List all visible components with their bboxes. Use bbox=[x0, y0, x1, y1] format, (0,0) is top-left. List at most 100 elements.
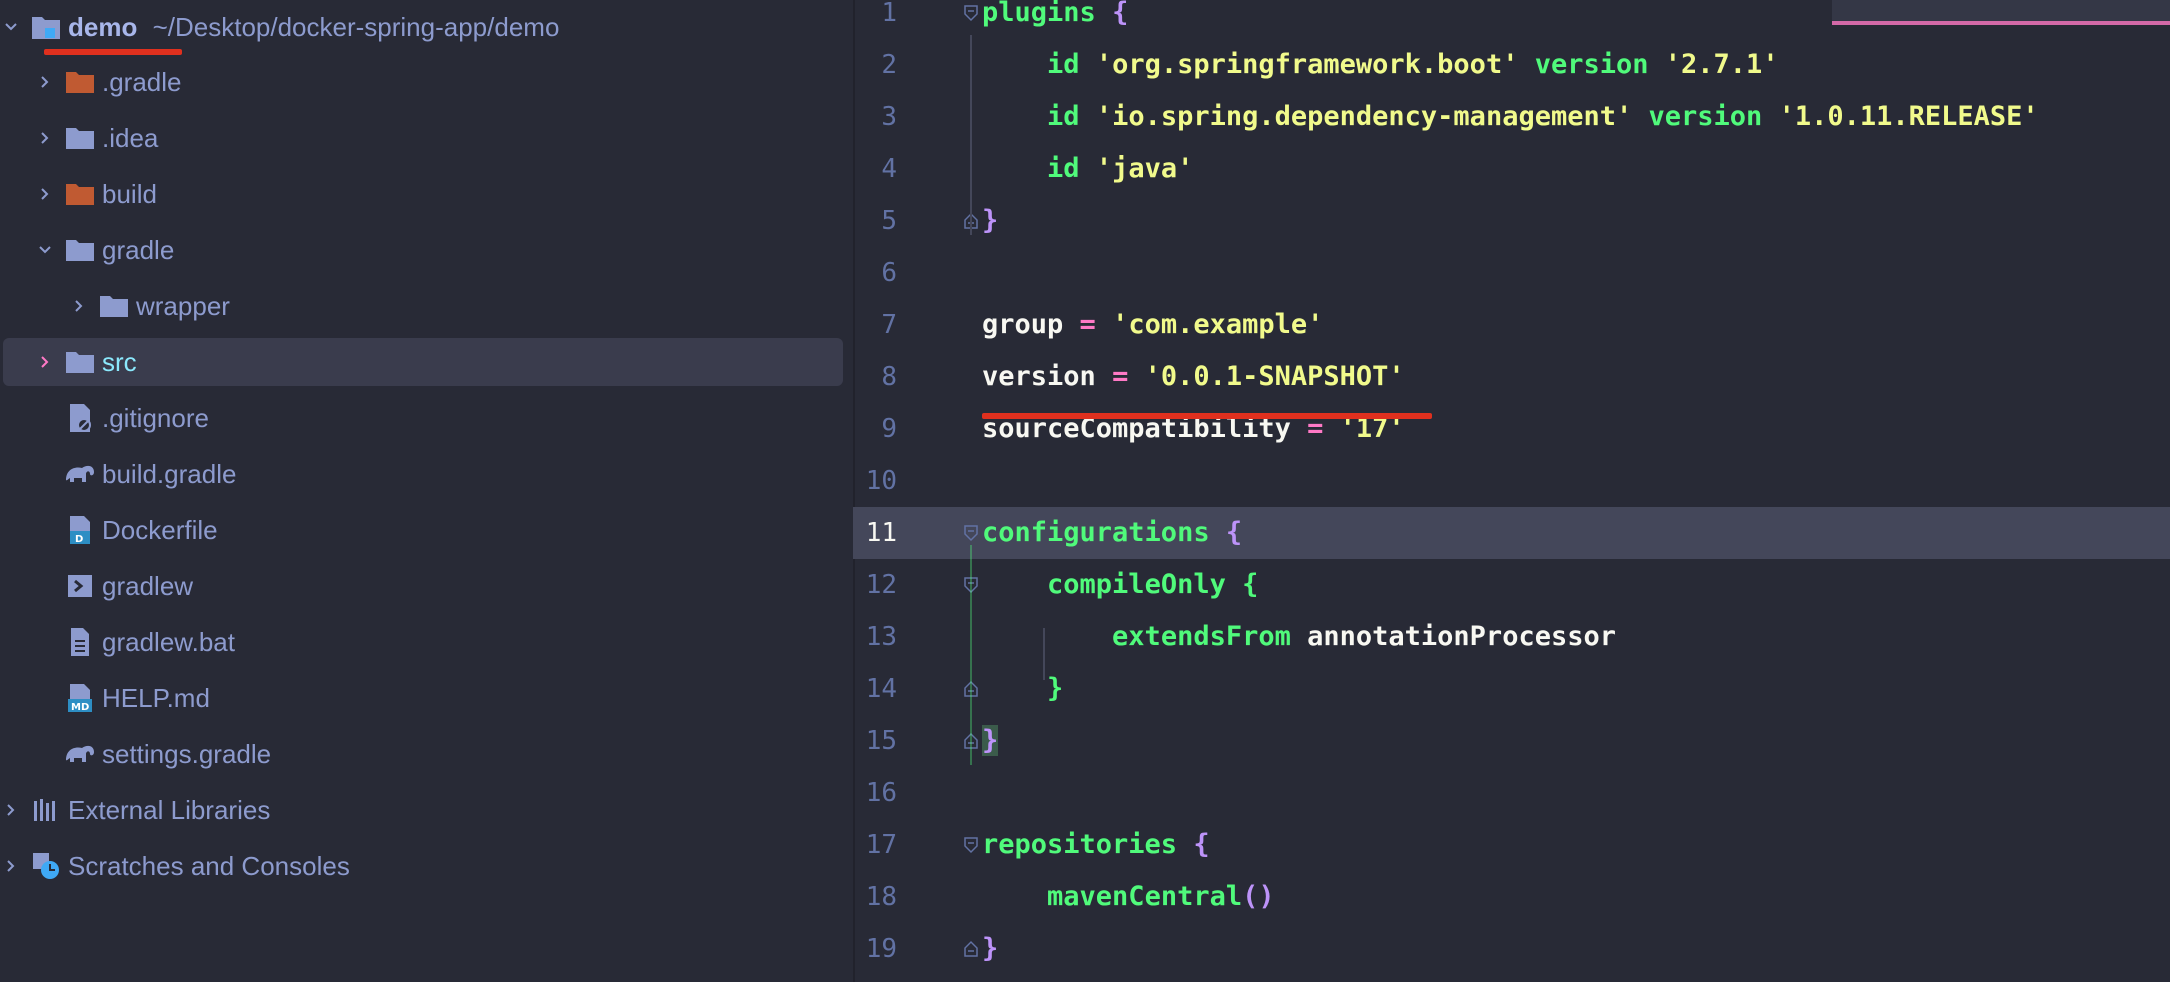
fold-end-icon[interactable] bbox=[963, 940, 979, 958]
chevron-right-icon[interactable] bbox=[34, 183, 56, 205]
code-line[interactable]: 15} bbox=[853, 715, 2170, 767]
code-line[interactable]: 19} bbox=[853, 923, 2170, 975]
tree-item-wrapper[interactable]: wrapper bbox=[0, 282, 853, 330]
line-number[interactable]: 2 bbox=[853, 39, 897, 91]
tree-item-label: External Libraries bbox=[68, 794, 271, 825]
code-line[interactable]: 12 compileOnly { bbox=[853, 559, 2170, 611]
fold-collapse-icon[interactable] bbox=[963, 4, 979, 22]
chevron-right-icon[interactable] bbox=[0, 799, 22, 821]
tree-item-gradle[interactable]: gradle bbox=[0, 226, 853, 274]
docker-file-icon: D bbox=[64, 514, 96, 546]
code-line[interactable]: 5} bbox=[853, 195, 2170, 247]
chevron-right-icon[interactable] bbox=[34, 127, 56, 149]
code-line[interactable]: 8 version = '0.0.1-SNAPSHOT' bbox=[853, 351, 2170, 403]
code-line[interactable]: 14 } bbox=[853, 663, 2170, 715]
tree-item-scratches[interactable]: Scratches and Consoles bbox=[0, 842, 853, 890]
code-line[interactable]: 10 bbox=[853, 455, 2170, 507]
line-number[interactable]: 19 bbox=[853, 923, 897, 975]
line-number[interactable]: 4 bbox=[853, 143, 897, 195]
line-number[interactable]: 7 bbox=[853, 299, 897, 351]
tree-item-label: build.gradle bbox=[102, 458, 237, 489]
project-root-path: ~/Desktop/docker-spring-app/demo bbox=[152, 11, 560, 42]
tree-item-label: src bbox=[102, 346, 137, 377]
code-text[interactable]: } bbox=[982, 715, 999, 767]
code-text[interactable]: compileOnly { bbox=[982, 559, 1258, 611]
line-number[interactable]: 15 bbox=[853, 715, 897, 767]
code-text[interactable]: id 'java' bbox=[982, 143, 1193, 195]
folder-icon bbox=[64, 346, 96, 378]
tree-item-label: Scratches and Consoles bbox=[68, 850, 350, 881]
project-tree: demo ~/Desktop/docker-spring-app/demo .g… bbox=[0, 0, 853, 982]
code-line[interactable]: 18 mavenCentral() bbox=[853, 871, 2170, 923]
line-number[interactable]: 18 bbox=[853, 871, 897, 923]
fold-collapse-icon[interactable] bbox=[963, 836, 979, 854]
code-text[interactable]: } bbox=[982, 195, 998, 247]
line-number[interactable]: 11 bbox=[853, 507, 897, 559]
code-line[interactable]: 9 sourceCompatibility = '17' bbox=[853, 403, 2170, 455]
project-root-name: demo bbox=[68, 11, 138, 42]
tree-item-label: .gitignore bbox=[102, 402, 209, 433]
tree-item-gradlew[interactable]: gradlew bbox=[0, 562, 853, 610]
tree-item-label: gradle bbox=[102, 234, 175, 265]
chevron-right-icon[interactable] bbox=[68, 295, 90, 317]
line-number[interactable]: 3 bbox=[853, 91, 897, 143]
tree-item-settings-gradle[interactable]: settings.gradle bbox=[0, 730, 853, 778]
code-line[interactable]: 4 id 'java' bbox=[853, 143, 2170, 195]
code-text[interactable]: configurations { bbox=[982, 507, 1242, 559]
line-number[interactable]: 13 bbox=[853, 611, 897, 663]
tree-item-gitignore[interactable]: .gitignore bbox=[0, 394, 853, 442]
gitignore-file-icon bbox=[64, 402, 96, 434]
line-number[interactable]: 17 bbox=[853, 819, 897, 871]
tree-root-row[interactable]: demo ~/Desktop/docker-spring-app/demo bbox=[0, 3, 853, 51]
line-number[interactable]: 9 bbox=[853, 403, 897, 455]
code-line[interactable]: 13 extendsFrom annotationProcessor bbox=[853, 611, 2170, 663]
tree-item-dot-gradle[interactable]: .gradle bbox=[0, 58, 853, 106]
line-number[interactable]: 8 bbox=[853, 351, 897, 403]
code-line[interactable]: 7 group = 'com.example' bbox=[853, 299, 2170, 351]
tree-item-label: .gradle bbox=[102, 66, 182, 97]
line-number[interactable]: 12 bbox=[853, 559, 897, 611]
code-text[interactable]: plugins { bbox=[982, 0, 1128, 39]
chevron-right-icon[interactable] bbox=[34, 351, 56, 373]
code-line[interactable]: 3 id 'io.spring.dependency-management' v… bbox=[853, 91, 2170, 143]
line-number[interactable]: 16 bbox=[853, 767, 897, 819]
code-text[interactable]: extendsFrom annotationProcessor bbox=[982, 611, 1616, 663]
code-line[interactable]: 1 plugins { bbox=[853, 0, 2170, 39]
tree-item-build[interactable]: build bbox=[0, 170, 853, 218]
tree-item-help-md[interactable]: MD HELP.md bbox=[0, 674, 853, 722]
code-line[interactable]: 16 bbox=[853, 767, 2170, 819]
fold-collapse-icon[interactable] bbox=[963, 524, 979, 542]
code-line[interactable]: 6 bbox=[853, 247, 2170, 299]
folder-excluded-icon bbox=[64, 66, 96, 98]
shell-script-icon bbox=[64, 570, 96, 602]
code-text[interactable]: } bbox=[982, 923, 998, 975]
tree-item-gradlew-bat[interactable]: gradlew.bat bbox=[0, 618, 853, 666]
tree-item-dockerfile[interactable]: D Dockerfile bbox=[0, 506, 853, 554]
code-text[interactable]: id 'io.spring.dependency-management' ver… bbox=[982, 91, 2039, 143]
code-text[interactable]: group = 'com.example' bbox=[982, 299, 1323, 351]
code-editor[interactable]: 1 plugins {2 id 'org.springframework.boot… bbox=[853, 0, 2170, 982]
line-number[interactable]: 1 bbox=[853, 0, 897, 39]
tree-item-dot-idea[interactable]: .idea bbox=[0, 114, 853, 162]
line-number[interactable]: 14 bbox=[853, 663, 897, 715]
code-line[interactable]: 11 configurations { bbox=[853, 507, 2170, 559]
line-number[interactable]: 5 bbox=[853, 195, 897, 247]
chevron-right-icon[interactable] bbox=[34, 71, 56, 93]
code-text[interactable]: } bbox=[982, 663, 1063, 715]
line-number[interactable]: 10 bbox=[853, 455, 897, 507]
tree-item-build-gradle[interactable]: build.gradle bbox=[0, 450, 853, 498]
chevron-down-icon[interactable] bbox=[0, 16, 22, 38]
line-number[interactable]: 6 bbox=[853, 247, 897, 299]
tree-item-external-libraries[interactable]: External Libraries bbox=[0, 786, 853, 834]
code-text[interactable]: repositories { bbox=[982, 819, 1210, 871]
code-line[interactable]: 2 id 'org.springframework.boot' version … bbox=[853, 39, 2170, 91]
code-text[interactable]: sourceCompatibility = '17' bbox=[982, 403, 1405, 455]
tree-item-src[interactable]: src bbox=[3, 338, 843, 386]
chevron-right-icon[interactable] bbox=[0, 855, 22, 877]
code-text[interactable]: id 'org.springframework.boot' version '2… bbox=[982, 39, 1779, 91]
code-text[interactable]: version = '0.0.1-SNAPSHOT' bbox=[982, 351, 1405, 403]
chevron-down-icon[interactable] bbox=[34, 239, 56, 261]
code-line[interactable]: 17 repositories { bbox=[853, 819, 2170, 871]
gradle-elephant-icon bbox=[64, 738, 96, 770]
code-text[interactable]: mavenCentral() bbox=[982, 871, 1275, 923]
